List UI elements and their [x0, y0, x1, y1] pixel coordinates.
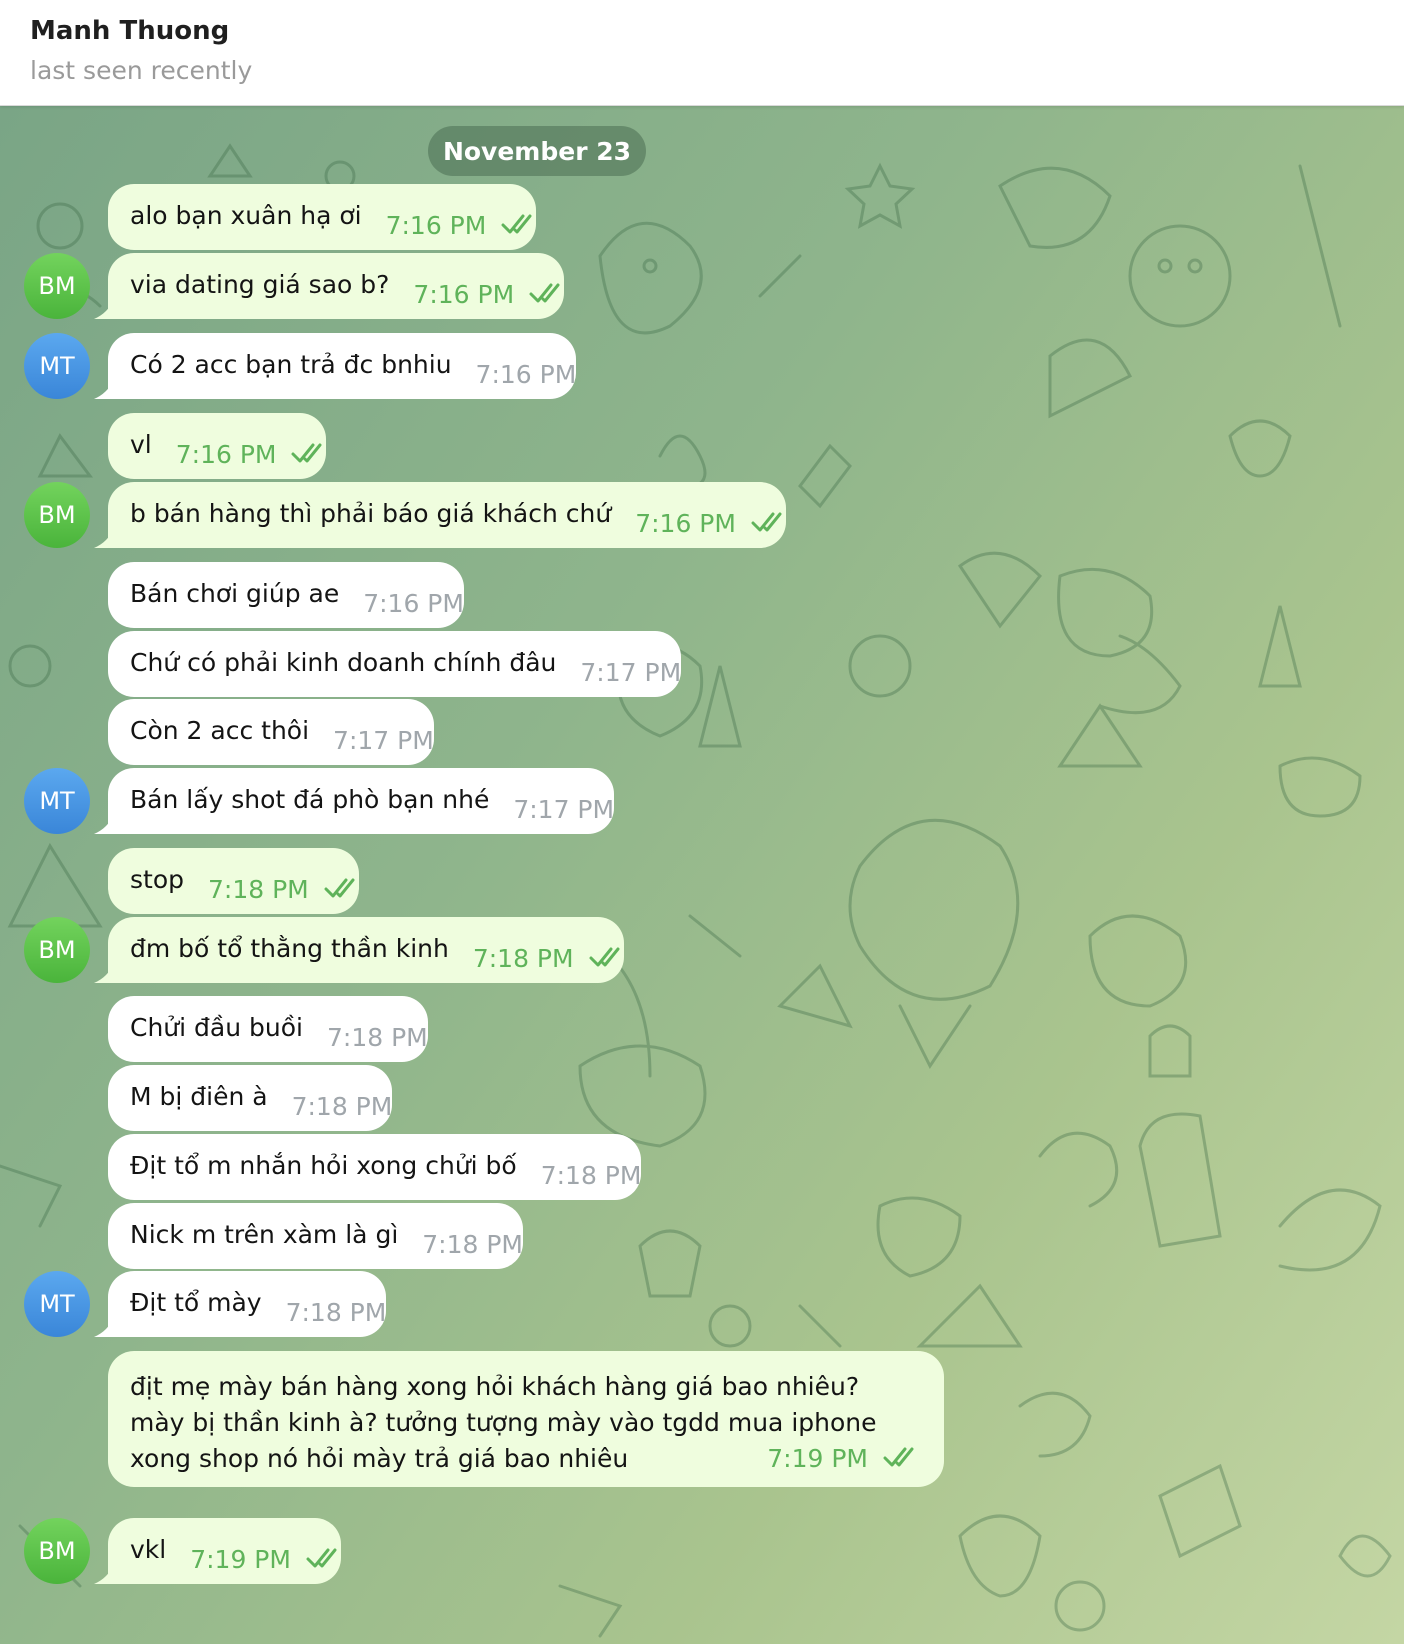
- message-meta: 7:16 PM: [386, 208, 537, 244]
- date-separator: November 23: [428, 126, 646, 176]
- bubble-tail: [94, 528, 114, 548]
- message-text: Có 2 acc bạn trả đc bnhiu: [130, 350, 452, 379]
- outgoing-message[interactable]: vl 7:16 PM: [108, 413, 327, 479]
- message-meta: 7:17 PM: [580, 655, 681, 691]
- message-list[interactable]: November 23 alo bạn xuân hạ ơi 7:16 PM BM v…: [0, 106, 1404, 1644]
- incoming-message[interactable]: Có 2 acc bạn trả đc bnhiu 7:16 PM: [94, 333, 577, 399]
- outgoing-message[interactable]: vkl 7:19 PM: [94, 1518, 341, 1584]
- message-text: alo bạn xuân hạ ơi: [130, 201, 362, 230]
- message-meta: 7:18 PM: [327, 1020, 428, 1056]
- outgoing-message[interactable]: stop 7:18 PM: [108, 848, 359, 914]
- outgoing-message[interactable]: b bán hàng thì phải báo giá khách chứ 7:1…: [94, 482, 786, 548]
- message-text: Địt tổ m nhắn hỏi xong chửi bố: [130, 1151, 517, 1180]
- message-text: Bán lấy shot đá phò bạn nhé: [130, 785, 490, 814]
- message-text: vkl: [130, 1535, 167, 1564]
- contact-name[interactable]: Manh Thuong: [30, 16, 229, 46]
- message-text: Chứ có phải kinh doanh chính đâu: [130, 648, 557, 677]
- outgoing-message[interactable]: alo bạn xuân hạ ơi 7:16 PM: [108, 184, 537, 250]
- message-meta: 7:18 PM: [292, 1089, 393, 1125]
- message-meta: 7:16 PM: [363, 586, 464, 622]
- message-meta: 7:19 PM: [190, 1542, 341, 1578]
- message-time: 7:18 PM: [472, 944, 574, 973]
- message-meta: 7:18 PM: [473, 941, 624, 977]
- double-check-icon: [883, 1447, 914, 1467]
- bubble-tail: [94, 1317, 114, 1337]
- avatar[interactable]: MT: [24, 1271, 90, 1337]
- message-meta: 7:18 PM: [422, 1227, 523, 1263]
- message-time: 7:18 PM: [291, 1092, 393, 1121]
- incoming-message[interactable]: Địt tổ mày 7:18 PM: [94, 1271, 387, 1337]
- avatar[interactable]: MT: [24, 333, 90, 399]
- message-text: Còn 2 acc thôi: [130, 716, 310, 745]
- message-time: 7:16 PM: [363, 589, 464, 618]
- message-meta: 7:16 PM: [476, 357, 577, 393]
- message-meta: 7:18 PM: [208, 872, 359, 908]
- double-check-icon: [306, 1548, 337, 1568]
- message-text: via dating giá sao b?: [130, 270, 390, 299]
- incoming-message[interactable]: Còn 2 acc thôi 7:17 PM: [108, 699, 434, 765]
- message-meta: 7:19 PM: [767, 1441, 918, 1477]
- message-time: 7:17 PM: [333, 726, 434, 755]
- avatar[interactable]: BM: [24, 917, 90, 983]
- bubble-tail: [94, 379, 114, 399]
- incoming-message[interactable]: Địt tổ m nhắn hỏi xong chửi bố 7:18 PM: [108, 1134, 642, 1200]
- double-check-icon: [501, 214, 532, 234]
- message-time: 7:18 PM: [326, 1023, 428, 1052]
- outgoing-message[interactable]: via dating giá sao b? 7:16 PM: [94, 253, 565, 319]
- double-check-icon: [529, 283, 560, 303]
- outgoing-message[interactable]: đm bố tổ thằng thần kinh 7:18 PM: [94, 917, 624, 983]
- message-time: 7:18 PM: [422, 1230, 523, 1259]
- bubble-tail: [94, 299, 114, 319]
- avatar[interactable]: MT: [24, 768, 90, 834]
- outgoing-message[interactable]: địt mẹ mày bán hàng xong hỏi khách hàng …: [108, 1351, 944, 1487]
- incoming-message[interactable]: Chửi đầu buồi 7:18 PM: [108, 996, 428, 1062]
- message-time: 7:16 PM: [175, 440, 277, 469]
- bubble-tail: [94, 814, 114, 834]
- message-meta: 7:16 PM: [413, 277, 564, 313]
- incoming-message[interactable]: Bán lấy shot đá phò bạn nhé 7:17 PM: [94, 768, 615, 834]
- bubble-tail: [94, 1564, 114, 1584]
- incoming-message[interactable]: M bị điên à 7:18 PM: [108, 1065, 393, 1131]
- avatar[interactable]: BM: [24, 253, 90, 319]
- message-time: 7:16 PM: [385, 211, 487, 240]
- message-text: M bị điên à: [130, 1082, 268, 1111]
- contact-status: last seen recently: [30, 56, 253, 85]
- chat-header[interactable]: Manh Thuong last seen recently: [0, 0, 1404, 106]
- message-text: Chửi đầu buồi: [130, 1013, 303, 1042]
- message-time: 7:18 PM: [540, 1161, 642, 1190]
- double-check-icon: [751, 512, 782, 532]
- incoming-message[interactable]: Bán chơi giúp ae 7:16 PM: [108, 562, 464, 628]
- double-check-icon: [589, 947, 620, 967]
- message-time: 7:16 PM: [475, 360, 577, 389]
- message-text: Địt tổ mày: [130, 1288, 262, 1317]
- bubble-tail: [94, 963, 114, 983]
- avatar[interactable]: BM: [24, 482, 90, 548]
- double-check-icon: [291, 443, 322, 463]
- message-meta: 7:18 PM: [541, 1158, 642, 1194]
- message-text: Bán chơi giúp ae: [130, 579, 340, 608]
- message-time: 7:16 PM: [413, 280, 515, 309]
- message-time: 7:19 PM: [767, 1444, 868, 1473]
- message-text: vl: [130, 430, 152, 459]
- message-time: 7:16 PM: [635, 509, 736, 538]
- message-meta: 7:16 PM: [635, 506, 786, 542]
- message-text: stop: [130, 865, 184, 894]
- incoming-message[interactable]: Chứ có phải kinh doanh chính đâu 7:17 PM: [108, 631, 682, 697]
- avatar[interactable]: BM: [24, 1518, 90, 1584]
- message-time: 7:17 PM: [580, 658, 682, 687]
- message-time: 7:18 PM: [285, 1298, 387, 1327]
- message-meta: 7:18 PM: [286, 1295, 387, 1331]
- double-check-icon: [324, 878, 355, 898]
- message-text: Nick m trên xàm là gì: [130, 1220, 399, 1249]
- message-text: đm bố tổ thằng thần kinh: [130, 934, 449, 963]
- message-time: 7:18 PM: [208, 875, 309, 904]
- message-meta: 7:17 PM: [333, 723, 434, 759]
- message-meta: 7:17 PM: [513, 792, 614, 828]
- message-time: 7:19 PM: [190, 1545, 291, 1574]
- message-text: b bán hàng thì phải báo giá khách chứ: [130, 499, 612, 528]
- message-time: 7:17 PM: [513, 795, 615, 824]
- incoming-message[interactable]: Nick m trên xàm là gì 7:18 PM: [108, 1203, 523, 1269]
- message-meta: 7:16 PM: [176, 437, 327, 473]
